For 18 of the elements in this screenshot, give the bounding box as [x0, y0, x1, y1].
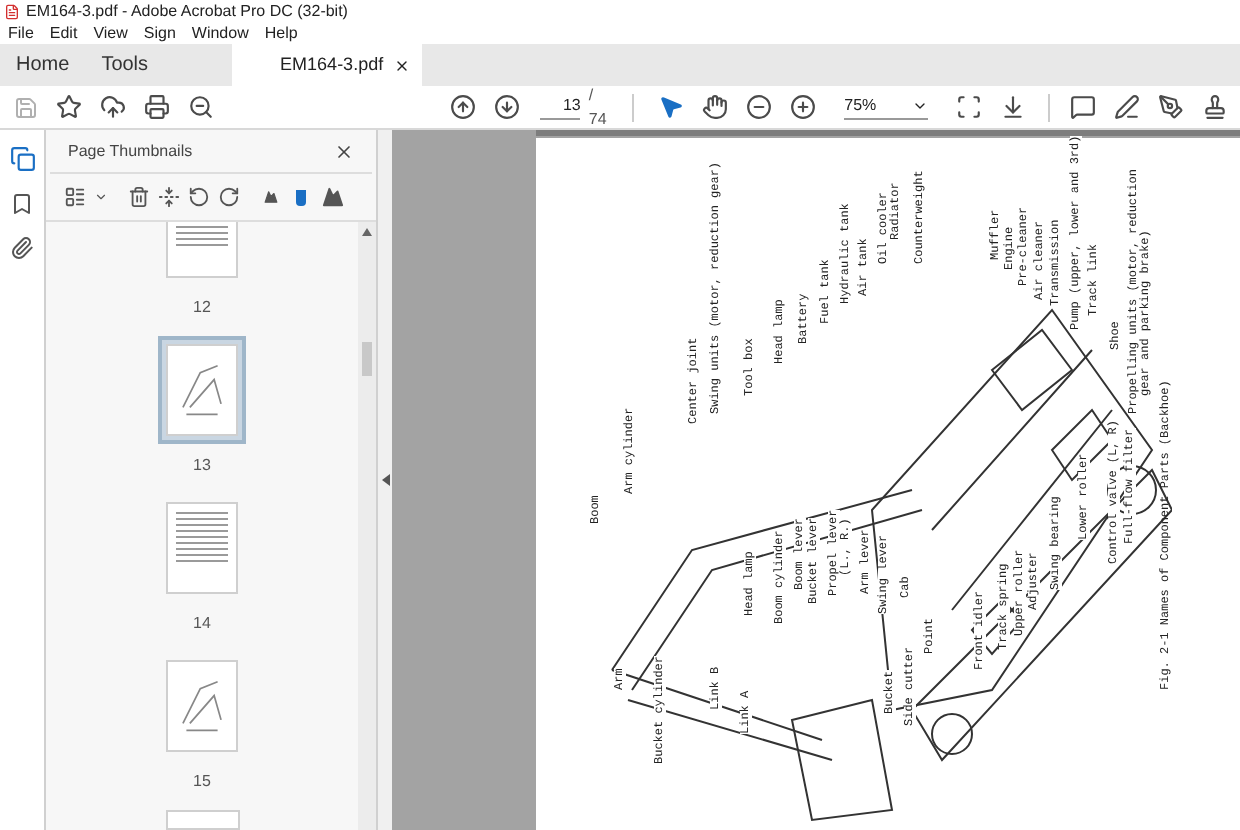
page-number: 13: [193, 454, 211, 478]
menu-item[interactable]: Sign: [143, 25, 176, 41]
zoom-dropdown[interactable]: 75%: [844, 94, 928, 120]
window-title: EM164-3.pdf - Adobe Acrobat Pro DC (32-bit): [26, 3, 348, 19]
menu-item[interactable]: Help: [264, 25, 298, 41]
page-number: 14: [193, 612, 211, 636]
menu-item[interactable]: View: [93, 25, 128, 41]
page-count: / 74: [588, 83, 609, 131]
panel-title: Page Thumbnails: [68, 139, 193, 163]
tab[interactable]: Home: [0, 44, 86, 86]
page-number: 12: [193, 296, 211, 320]
menu-item[interactable]: File: [8, 25, 34, 41]
tab[interactable]: EM164-3.pdf: [232, 44, 423, 86]
tab[interactable]: Tools: [85, 44, 165, 86]
menu-item[interactable]: Edit: [49, 25, 78, 41]
page-number-field[interactable]: 13: [540, 94, 581, 120]
menu-item[interactable]: Window: [191, 25, 249, 41]
page-number: 15: [193, 770, 211, 794]
